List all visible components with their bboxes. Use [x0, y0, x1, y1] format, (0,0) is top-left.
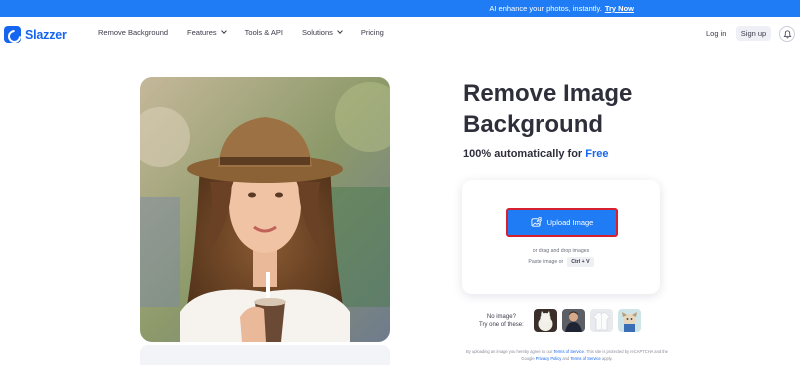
sample-prompt: No image? Try one of these: [479, 313, 524, 329]
upload-button-label: Upload Image [546, 218, 594, 227]
main-menu: Remove Background Features Tools & API S… [98, 28, 403, 37]
terms-of-service-link[interactable]: Terms of Service [553, 349, 583, 354]
nav-solutions[interactable]: Solutions [302, 28, 343, 37]
page-title: Remove Image Background [463, 78, 632, 140]
subtitle-text: 100% automatically for [463, 148, 583, 160]
sample-cat-thumbnail[interactable] [534, 309, 557, 332]
nav-pricing[interactable]: Pricing [361, 28, 384, 37]
signup-button[interactable]: Sign up [736, 26, 771, 41]
legal-text-1: By uploading an image you hereby agree t… [466, 349, 553, 354]
try-now-link[interactable]: Try Now [605, 4, 634, 13]
google-terms-link[interactable]: Terms of Service [570, 356, 600, 361]
nav-features[interactable]: Features [187, 28, 227, 37]
upload-panel[interactable] [462, 180, 660, 294]
subtitle-highlight: Free [585, 148, 609, 160]
nav-item-label: Tools & API [244, 28, 284, 37]
hero-sample-photo [140, 77, 390, 342]
promo-banner: AI enhance your photos, instantly. Try N… [0, 0, 800, 17]
bell-icon [782, 29, 792, 38]
photo-caption-area [140, 345, 390, 365]
nav-item-label: Features [187, 28, 217, 37]
page-title-line-1: Remove Image [463, 80, 633, 107]
nav-item-label: Solutions [302, 28, 333, 37]
legal-text-4: apply. [601, 355, 613, 361]
page-subtitle: 100% automatically for Free [463, 148, 609, 160]
image-upload-icon [531, 217, 542, 227]
sample-dog-thumbnail[interactable] [618, 309, 641, 332]
legal-notice: By uploading an image you hereby agree t… [462, 349, 672, 362]
paste-hint: Paste image or Ctrl + V [462, 257, 660, 267]
upload-image-button[interactable]: Upload Image [506, 208, 618, 237]
top-navigation: Slazzer Remove Background Features Tools… [0, 17, 800, 51]
sample-prompt-line-1: No image? [486, 314, 516, 320]
sample-shirt-thumbnail[interactable] [590, 309, 613, 332]
promo-banner-text: AI enhance your photos, instantly. [489, 4, 602, 13]
nav-remove-background[interactable]: Remove Background [98, 28, 168, 37]
login-link[interactable]: Log in [706, 29, 726, 38]
chevron-down-icon [220, 28, 227, 34]
nav-item-label: Pricing [360, 28, 384, 37]
legal-text-3: and [562, 355, 570, 361]
nav-tools-api[interactable]: Tools & API [245, 28, 283, 37]
sample-prompt-line-2: Try one of these: [479, 322, 524, 328]
sample-images [534, 309, 646, 332]
slazzer-logo-icon [4, 26, 21, 43]
logo[interactable]: Slazzer [4, 26, 67, 43]
brand-name: Slazzer [25, 27, 67, 42]
chevron-down-icon [337, 28, 343, 34]
privacy-policy-link[interactable]: Privacy Policy [536, 356, 561, 361]
notifications-button[interactable] [779, 26, 795, 42]
nav-item-label: Remove Background [98, 28, 169, 37]
drag-drop-hint: or drag and drop images [532, 248, 590, 254]
sample-man-thumbnail[interactable] [562, 309, 585, 332]
paste-shortcut-key: Ctrl + V [567, 257, 594, 267]
paste-hint-text: Paste image or [528, 259, 564, 265]
page-title-line-2: Background [463, 111, 604, 138]
